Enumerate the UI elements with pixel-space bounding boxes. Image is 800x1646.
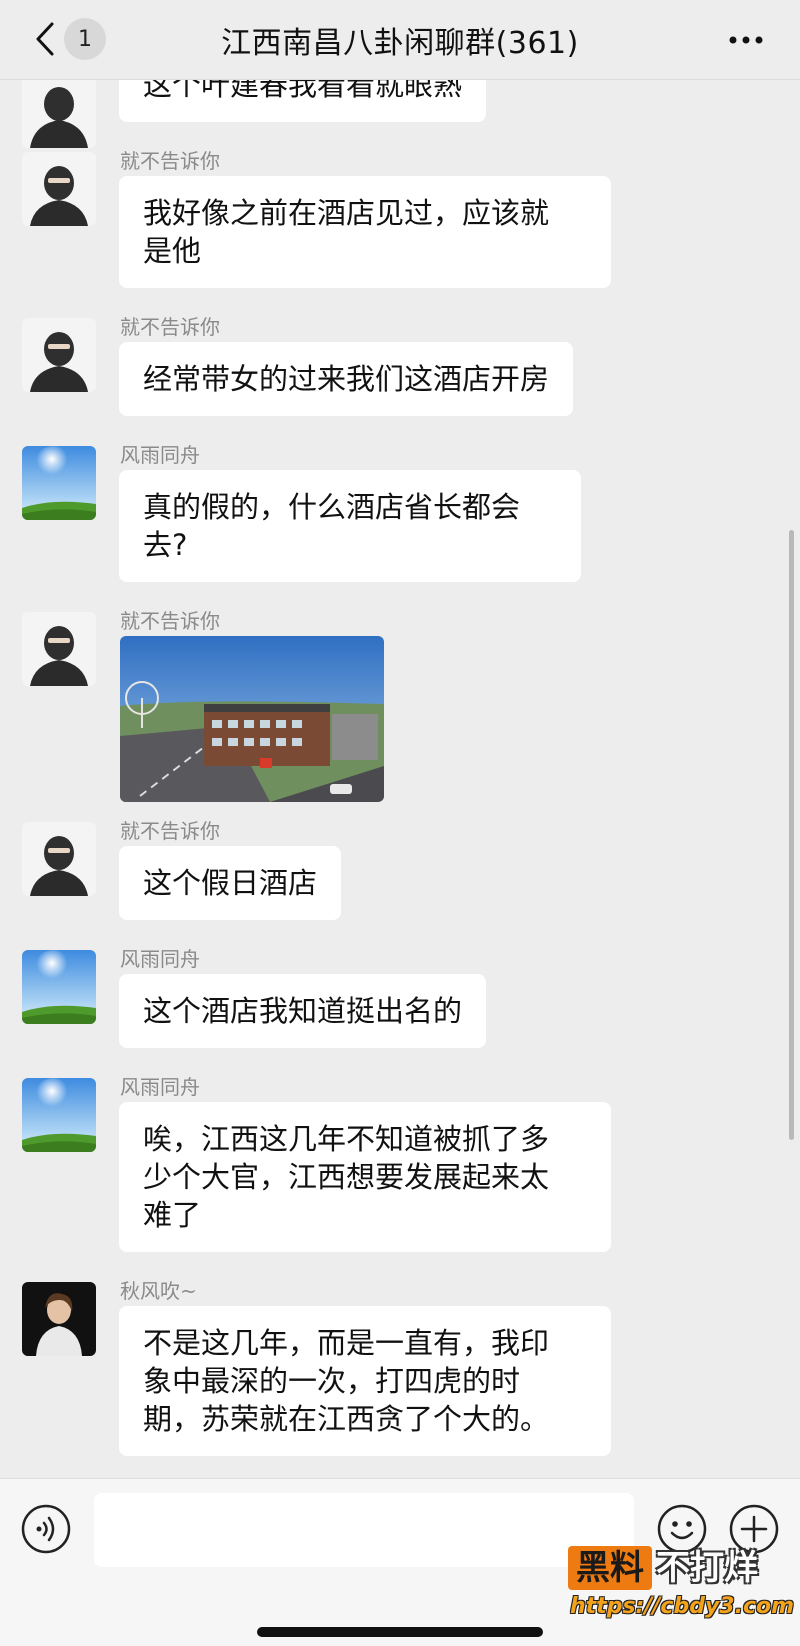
sky-landscape-avatar-icon: [22, 950, 96, 1024]
message-bubble[interactable]: 经常带女的过来我们这酒店开房: [119, 342, 574, 416]
sky-landscape-avatar-icon: [22, 1078, 96, 1152]
hotel-photo[interactable]: [120, 636, 384, 802]
chat-header: 1 江西南昌八卦闲聊群(361): [0, 0, 800, 80]
sender-name: 秋风吹~: [120, 1279, 197, 1303]
more-options-icon[interactable]: [728, 28, 764, 52]
avatar[interactable]: [22, 446, 96, 520]
home-indicator[interactable]: [257, 1627, 543, 1637]
avatar[interactable]: [22, 1282, 96, 1356]
masked-man-avatar-icon: [22, 612, 96, 686]
chevron-left-icon: [36, 22, 54, 56]
sender-name: 就不告诉你: [120, 609, 220, 633]
masked-man-avatar-icon: [22, 80, 96, 148]
hotel-photo-image: [120, 636, 384, 802]
woman-portrait-avatar-icon: [22, 1282, 96, 1356]
sender-name: 就不告诉你: [120, 819, 220, 843]
message-bubble[interactable]: 不是这几年，而是一直有，我印 象中最深的一次，打四虎的时 期，苏荣就在江西贪了个…: [119, 1306, 611, 1456]
chat-messages[interactable]: 这个叶建春我看看就眼熟 就不告诉你 我好像之前在酒店见过，应该就 是他 就不告诉…: [0, 80, 800, 1478]
message-bubble[interactable]: 这个酒店我知道挺出名的: [119, 974, 487, 1048]
avatar[interactable]: [22, 950, 96, 1024]
page-title: 江西南昌八卦闲聊群(361): [221, 25, 579, 61]
watermark-text-primary: 黑料: [576, 1548, 644, 1588]
avatar[interactable]: [22, 152, 96, 226]
avatar[interactable]: [22, 80, 96, 148]
scrollbar[interactable]: [789, 530, 794, 1140]
sky-landscape-avatar-icon: [22, 446, 96, 520]
message-bubble[interactable]: 唉，江西这几年不知道被抓了多 少个大官，江西想要发展起来太 难了: [119, 1102, 611, 1252]
avatar[interactable]: [22, 1078, 96, 1152]
sender-name: 就不告诉你: [120, 149, 220, 173]
voice-icon[interactable]: [20, 1503, 72, 1555]
back-button[interactable]: 1: [34, 18, 106, 60]
watermark-logo: 黑料 不打烊 https://cbdy3.com: [568, 1546, 794, 1622]
watermark-url: https://cbdy3.com: [570, 1594, 795, 1619]
sender-name: 风雨同舟: [120, 947, 200, 971]
avatar[interactable]: [22, 318, 96, 392]
masked-man-avatar-icon: [22, 822, 96, 896]
message-bubble[interactable]: 我好像之前在酒店见过，应该就 是他: [119, 176, 611, 288]
masked-man-avatar-icon: [22, 152, 96, 226]
sender-name: 风雨同舟: [120, 443, 200, 467]
message-bubble[interactable]: 这个叶建春我看看就眼熟: [119, 80, 487, 122]
masked-man-avatar-icon: [22, 318, 96, 392]
message-input[interactable]: [94, 1493, 634, 1567]
avatar[interactable]: [22, 822, 96, 896]
sender-name: 就不告诉你: [120, 315, 220, 339]
avatar[interactable]: [22, 612, 96, 686]
unread-count-badge: 1: [64, 18, 106, 60]
watermark-text-secondary: 不打烊: [656, 1548, 758, 1588]
message-bubble[interactable]: 真的假的，什么酒店省长都会 去?: [119, 470, 581, 582]
message-bubble[interactable]: 这个假日酒店: [119, 846, 342, 920]
sender-name: 风雨同舟: [120, 1075, 200, 1099]
